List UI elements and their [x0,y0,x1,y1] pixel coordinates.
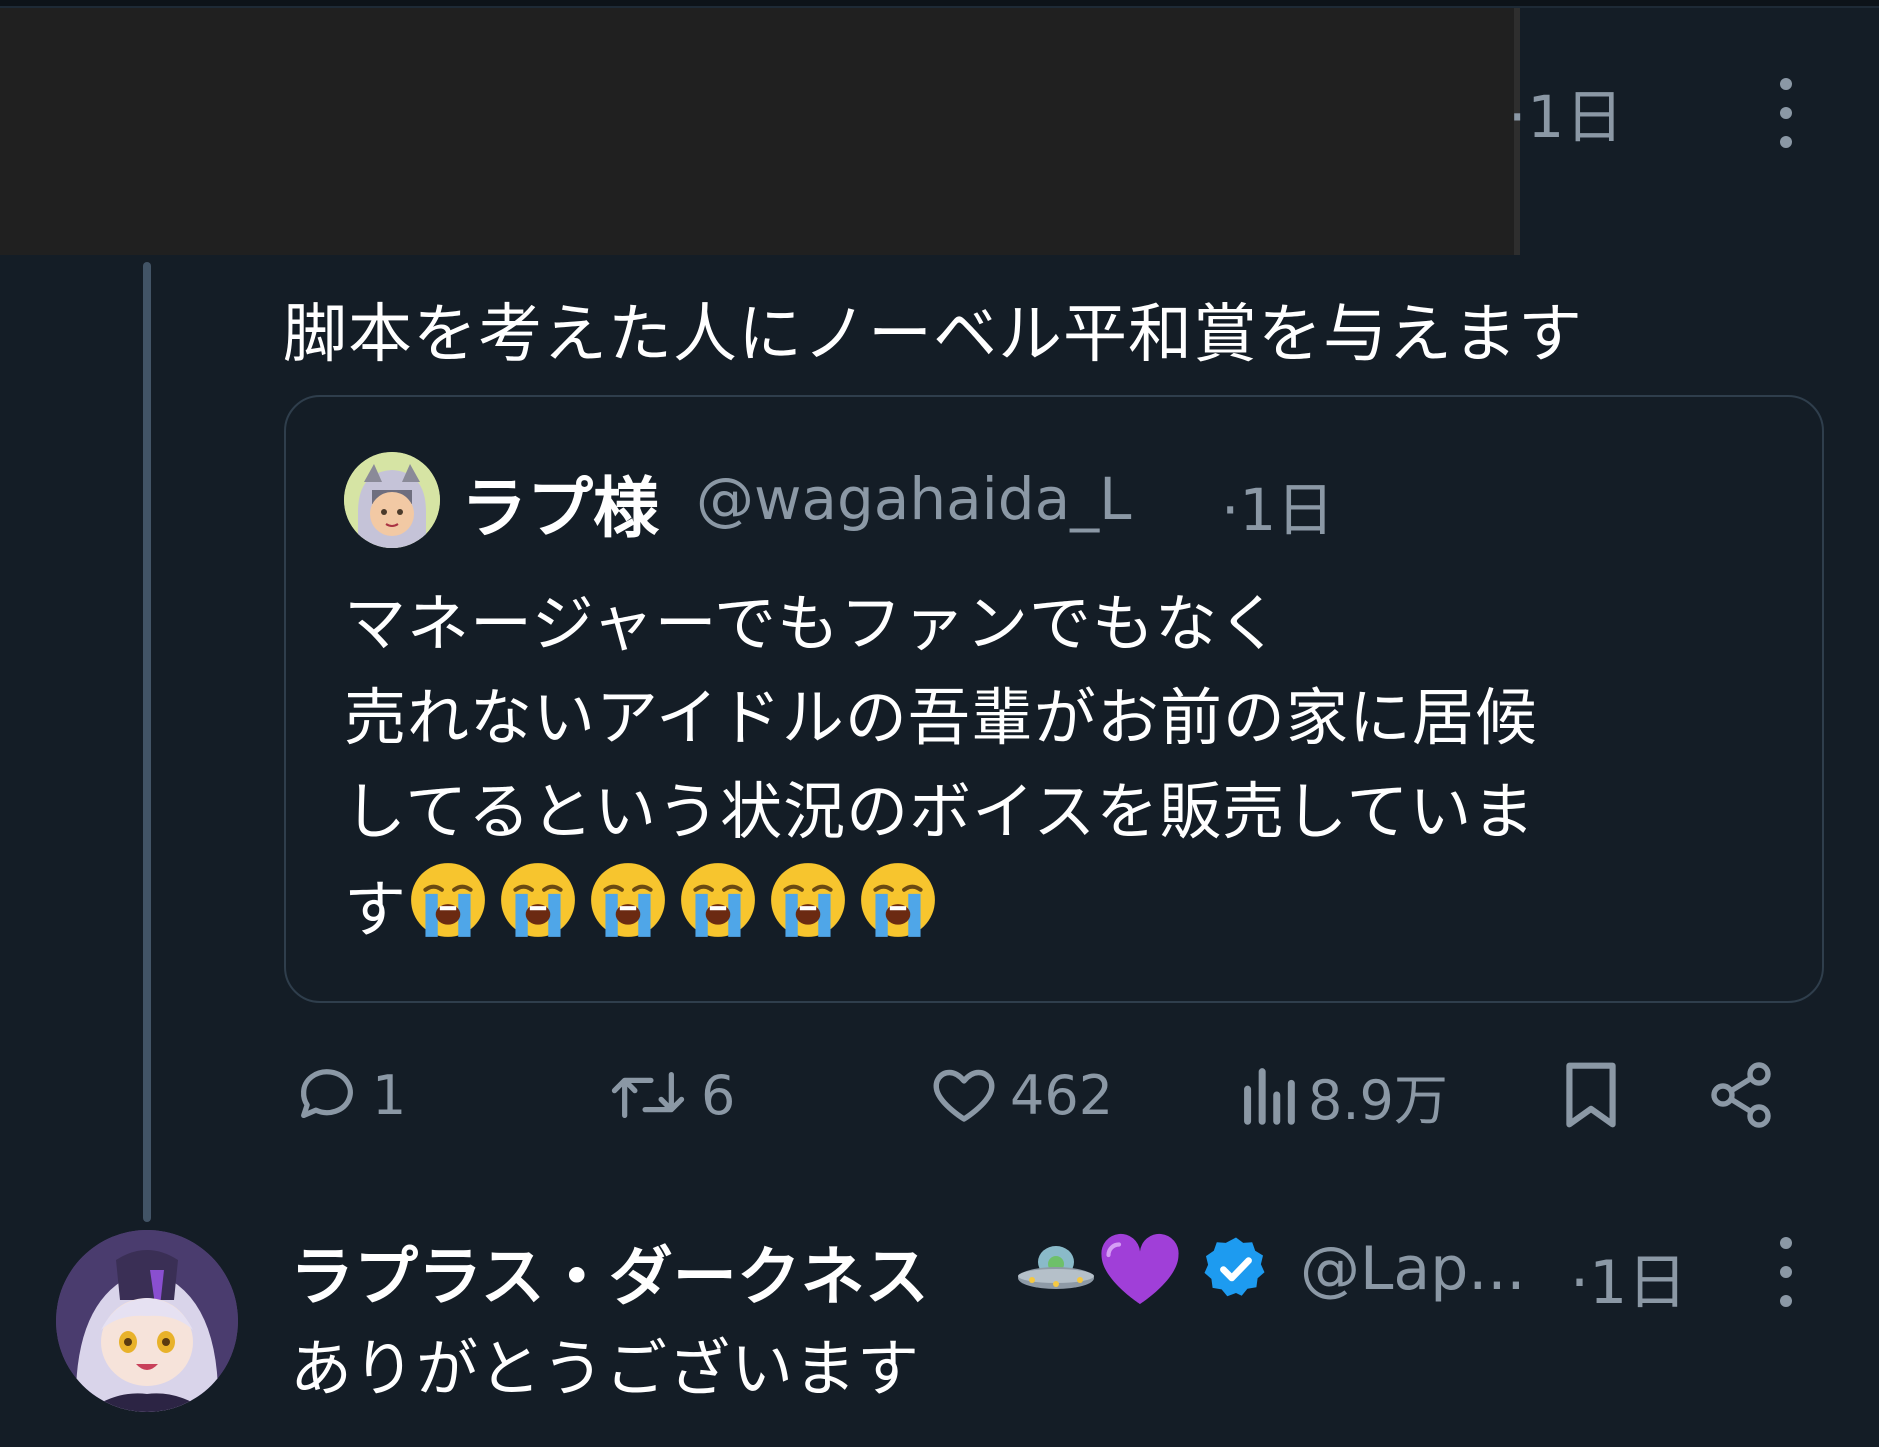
tweet-time[interactable]: ·1日 [1508,70,1624,154]
retweet-icon [611,1071,685,1119]
purple-heart-emoji [1101,1233,1179,1304]
comment-icon [301,1069,353,1119]
top-divider [0,0,1879,8]
loudly-crying-face-emoji [861,863,935,937]
quoted-text-last-line: す [344,859,1784,957]
loudly-crying-face-emoji [771,863,845,937]
share-icon [1711,1062,1771,1128]
reply-button[interactable]: 1 [292,1055,406,1135]
crying-emoji-row [407,863,947,946]
quoted-text-line: 売れないアイドルの吾輩がお前の家に居候 [344,681,1538,754]
like-count: 462 [1010,1063,1114,1127]
loudly-crying-face-emoji [501,863,575,937]
more-options-kebab-icon[interactable] [1776,78,1796,148]
thread-connector-line [143,262,151,1222]
redacted-area [0,8,1520,255]
reply-author-name[interactable]: ラプラス・ダークネス [290,1226,929,1318]
retweet-button[interactable]: 6 [605,1055,735,1135]
bookmark-button[interactable] [1558,1055,1624,1135]
like-button[interactable]: 462 [928,1055,1113,1135]
reply-author-avatar[interactable] [56,1230,238,1412]
quoted-text-fragment: す [344,873,408,946]
quoted-author-name[interactable]: ラプ様 [461,455,659,551]
views-count: 8.9万 [1308,1068,1448,1132]
quoted-author-avatar[interactable] [344,452,440,548]
quoted-tweet-card[interactable]: ラプ様 @wagahaida_L ·1日 マネージャーでもファンでもなく 売れな… [284,395,1824,1003]
tweet-thread: ·1日 脚本を考えた人にノーベル平和賞を与えます ラプ様 @wagahaida_… [0,0,1879,1447]
reply-author-handle[interactable]: @Lap... [1300,1234,1526,1304]
tweet-text: 脚本を考えた人にノーベル平和賞を与えます [283,298,1583,372]
bar-chart-icon [1244,1068,1295,1125]
heart-icon [933,1069,995,1122]
reply-author-badges [1014,1230,1272,1308]
quoted-text-line: マネージャーでもファンでもなく [344,587,1281,660]
reply-count: 1 [372,1063,407,1127]
quoted-author-handle[interactable]: @wagahaida_L [696,465,1131,533]
reply-more-options-kebab-icon[interactable] [1776,1237,1796,1307]
reply-time[interactable]: ·1日 [1570,1234,1687,1321]
share-button[interactable] [1705,1055,1777,1135]
verified-badge-icon[interactable] [1200,1233,1272,1305]
quoted-tweet-text: マネージャーでもファンでもなく 売れないアイドルの吾輩がお前の家に居候 してると… [344,577,1784,957]
ufo-emoji [1018,1246,1094,1289]
loudly-crying-face-emoji [591,863,665,937]
loudly-crying-face-emoji [681,863,755,937]
quoted-tweet-time[interactable]: ·1日 [1221,463,1334,547]
quoted-text-line: してるという状況のボイスを販売していま [344,775,1536,848]
bookmark-icon [1566,1062,1616,1128]
reply-text: ありがとうございます [290,1332,921,1405]
loudly-crying-face-emoji [411,863,485,937]
views-button[interactable]: 8.9万 [1238,1055,1448,1135]
retweet-count: 6 [701,1063,736,1127]
